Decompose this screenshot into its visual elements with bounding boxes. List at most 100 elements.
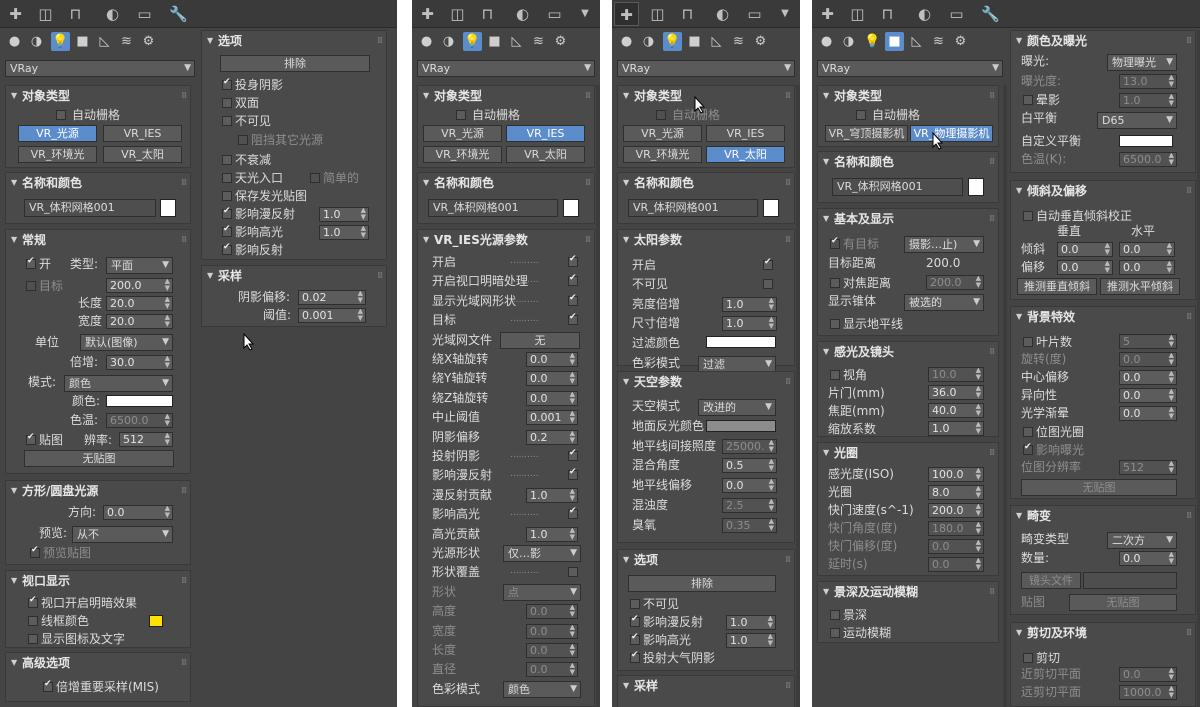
cameras-icon[interactable]: ■	[73, 32, 92, 51]
guess-vertical-tilt-button[interactable]: 推测垂直倾斜	[1017, 278, 1097, 295]
cutoff-spinner[interactable]: 0.001 ▲ ▼	[298, 308, 366, 323]
modify-tab-icon[interactable]: ◫	[845, 2, 870, 26]
preview-map-checkbox[interactable]	[30, 545, 40, 558]
dof-checkbox[interactable]	[830, 610, 840, 620]
scrollbar[interactable]	[796, 85, 800, 707]
rollout-header[interactable]: ▼ 畸变 ⁞⁞	[1011, 506, 1195, 526]
geometry-icon[interactable]: ●	[5, 32, 24, 51]
renderer-dropdown[interactable]: VRay ▼	[5, 60, 195, 77]
temperature-spinner[interactable]: 6500.0 ▲ ▼	[106, 413, 173, 428]
affect-reflections-checkbox[interactable]	[222, 242, 232, 255]
display-tab-icon[interactable]: ▭	[132, 2, 157, 26]
create-tab-icon[interactable]: ✚	[3, 2, 28, 26]
bitmap-aperture-checkbox[interactable]	[1023, 427, 1033, 437]
rollout-header[interactable]: ▼ 对象类型 ⁞⁞	[618, 86, 794, 106]
exposure-dropdown[interactable]: 物理曝光 ▼	[1107, 54, 1177, 71]
vr-light-button[interactable]: VR_光源	[623, 125, 702, 142]
motion-tab-icon[interactable]: ◐	[710, 2, 735, 26]
no-map-button[interactable]: 无贴图	[24, 450, 174, 467]
systems-icon[interactable]: ⚙	[551, 32, 570, 51]
shutter-offset-spinner[interactable]: 0.0 ▲ ▼	[928, 539, 984, 554]
object-name-field[interactable]: VR_体积网格001	[628, 199, 758, 217]
helpers-icon[interactable]: ◺	[907, 32, 926, 51]
invisible-checkbox[interactable]	[630, 599, 640, 609]
rotation-spinner[interactable]: 0.0 ▲ ▼	[1119, 352, 1177, 367]
systems-icon[interactable]: ⚙	[139, 32, 158, 51]
scrollbar[interactable]	[596, 85, 600, 707]
wireframe-color-swatch[interactable]	[149, 615, 163, 627]
far-clip-spinner[interactable]: 1000.0 ▲ ▼	[1119, 685, 1177, 700]
ies-param-spinner[interactable]: 0.0 ▲ ▼	[526, 662, 578, 678]
turbidity-spinner[interactable]: 2.5 ▲ ▼	[722, 498, 777, 513]
show-horizon-checkbox[interactable]	[830, 319, 840, 329]
affect-specular-spinner[interactable]: 1.0 ▲ ▼	[726, 633, 776, 648]
vr-ies-button[interactable]: VR_IES	[706, 125, 785, 142]
helpers-icon[interactable]: ◺	[707, 32, 726, 51]
ies-param-dropdown[interactable]: 点 ▼	[503, 583, 581, 601]
rollout-header[interactable]: ▼ 对象类型 ⁞⁞	[418, 86, 594, 106]
utilities-tab-icon[interactable]: 🔧	[166, 2, 191, 26]
targeted-checkbox[interactable]	[830, 236, 840, 249]
spacewarps-icon[interactable]: ≋	[929, 32, 948, 51]
autogrid-checkbox[interactable]	[656, 110, 666, 120]
ies-param-checkbox[interactable]	[568, 273, 578, 287]
modify-tab-icon[interactable]: ◫	[33, 2, 58, 26]
rollout-header[interactable]: ▼ 颜色及曝光 ⁞⁞	[1011, 31, 1195, 51]
scrollbar[interactable]	[1003, 85, 1007, 707]
blades-checkbox[interactable]	[1023, 337, 1033, 347]
rollout-header[interactable]: ▼ 对象类型 ⁞⁞	[818, 86, 998, 106]
ies-param-checkbox[interactable]	[568, 567, 578, 578]
modify-tab-icon[interactable]: ◫	[645, 2, 670, 26]
fov-checkbox[interactable]	[830, 370, 840, 380]
affect-specular-checkbox[interactable]	[222, 224, 232, 237]
shadow-bias-spinner[interactable]: 0.02 ▲ ▼	[298, 290, 366, 305]
display-tab-icon[interactable]: ▭	[542, 2, 567, 26]
multiplier-spinner[interactable]: 30.0 ▲ ▼	[106, 355, 173, 370]
exclude-button[interactable]: 排除	[220, 55, 370, 72]
rollout-header[interactable]: ▼ 景深及运动模糊 ⁞⁞	[818, 582, 998, 602]
modify-tab-icon[interactable]: ◫	[445, 2, 470, 26]
motion-tab-icon[interactable]: ◐	[510, 2, 535, 26]
guess-horizontal-tilt-button[interactable]: 推测水平倾斜	[1100, 278, 1180, 295]
store-irradiance-checkbox[interactable]	[222, 191, 232, 201]
filter-color-swatch[interactable]	[706, 336, 776, 348]
distortion-amount-spinner[interactable]: 0.0 ▲ ▼	[1119, 551, 1177, 566]
iso-spinner[interactable]: 100.0 ▲ ▼	[928, 467, 984, 482]
intensity-spinner[interactable]: 1.0 ▲ ▼	[722, 297, 777, 312]
affect-exposure-checkbox[interactable]	[1023, 442, 1033, 455]
auto-vertical-tilt-checkbox[interactable]	[1023, 211, 1033, 221]
hierarchy-tab-icon[interactable]: ⊓	[475, 2, 500, 26]
lights-icon[interactable]: 💡	[463, 32, 482, 51]
rollout-header[interactable]: ▼ 名称和颜色 ⁞⁞	[818, 152, 998, 172]
vr-light-button[interactable]: VR_光源	[18, 125, 97, 142]
renderer-dropdown[interactable]: VRay ▼	[417, 60, 595, 77]
rollout-header[interactable]: ▼ 名称和颜色 ⁞⁞	[6, 173, 190, 193]
tilt-horizontal-spinner[interactable]: 0.0 ▲ ▼	[1119, 242, 1175, 257]
ies-param-checkbox[interactable]	[568, 312, 578, 326]
shift-vertical-spinner[interactable]: 0.0 ▲ ▼	[1057, 260, 1113, 275]
ies-param-dropdown[interactable]: 仅…影 ▼	[503, 545, 581, 562]
resolution-spinner[interactable]: 512 ▲ ▼	[119, 432, 173, 447]
on-checkbox[interactable]	[26, 256, 36, 269]
show-cone-dropdown[interactable]: 被选的 ▼	[904, 294, 984, 311]
rollout-header[interactable]: ▼ 名称和颜色 ⁞⁞	[618, 173, 794, 193]
double-sided-checkbox[interactable]	[222, 98, 232, 108]
renderer-dropdown[interactable]: VRay ▼	[817, 60, 1003, 77]
invisible-checkbox[interactable]	[763, 279, 773, 289]
rollout-header[interactable]: ▼ 剪切及环境 ⁞⁞	[1011, 623, 1195, 643]
lights-icon[interactable]: 💡	[863, 32, 882, 51]
shapes-icon[interactable]: ◑	[639, 32, 658, 51]
lights-icon[interactable]: 💡	[51, 32, 70, 51]
lights-icon[interactable]: 💡	[663, 32, 682, 51]
show-icon-text-checkbox[interactable]	[28, 634, 38, 644]
object-name-field[interactable]: VR_体积网格001	[832, 178, 963, 196]
rollout-header[interactable]: ▼ 光圈 ⁞⁞	[818, 443, 998, 463]
exposure-value-spinner[interactable]: 13.0 ▲ ▼	[1119, 74, 1177, 89]
preview-dropdown[interactable]: 从不 ▼	[72, 526, 173, 543]
spacewarps-icon[interactable]: ≋	[117, 32, 136, 51]
rollout-header[interactable]: ▼ 采样 ⁞⁞	[618, 676, 794, 696]
rollout-header[interactable]: ▼ 选项 ⁞⁞	[618, 550, 794, 570]
affect-specular-spinner[interactable]: 1.0 ▲ ▼	[319, 225, 369, 240]
exclude-button[interactable]: 排除	[628, 575, 776, 592]
ies-param-spinner[interactable]: 0.0 ▲ ▼	[526, 390, 578, 406]
